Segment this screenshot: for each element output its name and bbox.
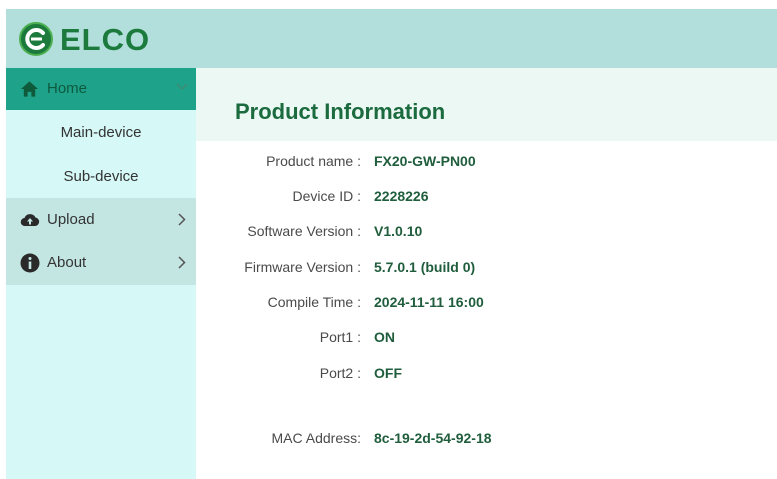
device-id-label: Device ID : <box>292 188 361 204</box>
page-title: Product Information <box>235 99 446 124</box>
firmware-version-label: Firmware Version : <box>244 259 361 275</box>
mac-address-value: 8c-19-2d-54-92-18 <box>374 430 492 446</box>
chevron-down-icon <box>176 83 188 91</box>
compile-time-label: Compile Time : <box>267 294 361 310</box>
sidebar-item-label: Upload <box>47 211 95 228</box>
software-version-label: Software Version : <box>247 223 361 239</box>
elco-logo-icon <box>19 22 53 56</box>
mac-address-label: MAC Address: <box>271 430 361 446</box>
sidebar-item-main-device[interactable]: Main-device <box>6 111 196 155</box>
port2-label: Port2 : <box>319 365 361 381</box>
page-header: Product Information <box>196 68 777 141</box>
product-info-panel: Product name : FX20-GW-PN00 Device ID : … <box>209 141 777 479</box>
firmware-version-value: 5.7.0.1 (build 0) <box>374 259 476 275</box>
product-name-value: FX20-GW-PN00 <box>374 153 476 169</box>
port2-status: OFF <box>374 365 402 381</box>
port1-label: Port1 : <box>319 329 361 345</box>
product-name-label: Product name : <box>266 153 361 169</box>
info-icon <box>20 253 40 273</box>
port1-status: ON <box>374 329 395 345</box>
software-version-value: V1.0.10 <box>374 223 423 239</box>
compile-time-value: 2024-11-11 16:00 <box>374 294 484 310</box>
sidebar-item-label: Home <box>47 80 88 97</box>
device-id-value: 2228226 <box>374 188 429 204</box>
sidebar-item-label: About <box>47 254 87 271</box>
app-header: ELCO <box>6 9 777 68</box>
sidebar-item-home[interactable]: Home <box>6 68 196 110</box>
home-icon <box>20 81 39 97</box>
logo-text: ELCO <box>60 22 151 57</box>
cloud-upload-icon <box>20 214 40 227</box>
